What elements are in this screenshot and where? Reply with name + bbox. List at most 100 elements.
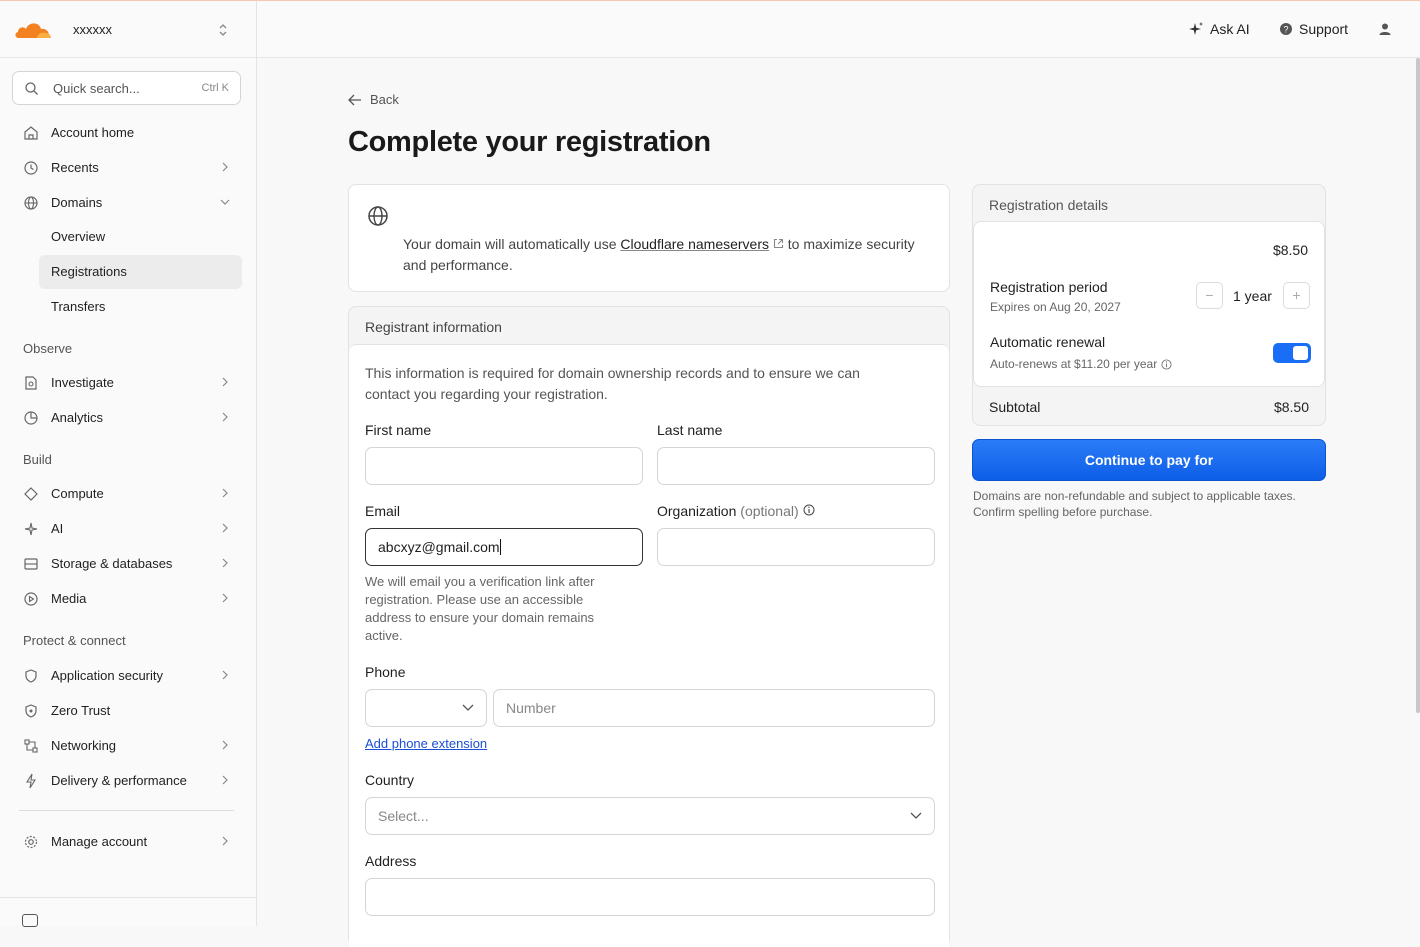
chevron-down-icon (462, 704, 474, 711)
collapse-sidebar-icon[interactable] (22, 914, 38, 927)
ask-ai-button[interactable]: Ask AI (1188, 21, 1250, 37)
sidebar-item-domains[interactable]: Domains (12, 186, 242, 219)
cloudflare-nameservers-link[interactable]: Cloudflare nameservers (620, 236, 769, 252)
chevron-right-icon (222, 670, 228, 680)
chevron-up-down-icon[interactable] (216, 21, 230, 39)
sidebar-item-ai[interactable]: AI (12, 512, 242, 545)
quick-search[interactable]: Quick search... Ctrl K (12, 71, 241, 105)
registrant-info: This information is required for domain … (365, 365, 860, 402)
purchase-disclaimer: Domains are non-refundable and subject t… (973, 489, 1296, 519)
globe-icon (368, 206, 388, 226)
arrow-left-icon (348, 94, 361, 105)
lightning-icon (26, 773, 36, 789)
chevron-right-icon (222, 377, 228, 387)
subtotal-label: Subtotal (989, 399, 1041, 415)
shield-icon (25, 669, 37, 683)
top-header: Ask AI ? Support (257, 1, 1420, 58)
domain-price: $8.50 (1272, 242, 1308, 258)
zero-trust-icon (25, 704, 37, 718)
back-link[interactable]: Back (348, 92, 399, 107)
sidebar-item-application-security[interactable]: Application security (12, 659, 242, 692)
chevron-right-icon (222, 488, 228, 498)
network-icon (24, 739, 38, 753)
chevron-right-icon (222, 162, 228, 172)
search-shortcut: Ctrl K (201, 82, 230, 94)
support-button[interactable]: ? Support (1279, 21, 1348, 37)
sidebar-item-networking[interactable]: Networking (12, 729, 242, 762)
external-link-icon (773, 238, 783, 249)
organization-label: Organization (optional) (657, 503, 815, 519)
section-heading-observe: Observe (23, 341, 73, 356)
svg-text:?: ? (1283, 25, 1288, 35)
sidebar-item-delivery-performance[interactable]: Delivery & performance (12, 764, 242, 797)
phone-label: Phone (365, 664, 406, 680)
auto-renewal-toggle[interactable] (1273, 343, 1311, 363)
address-field[interactable] (365, 878, 935, 916)
phone-country-code-select[interactable] (365, 689, 487, 727)
page-title: Complete your registration (348, 126, 711, 158)
sidebar-item-investigate[interactable]: Investigate (12, 366, 242, 399)
help-circle-icon: ? (1280, 23, 1292, 35)
email-label: Email (365, 503, 401, 519)
document-search-icon (25, 376, 37, 390)
first-name-field[interactable] (365, 447, 643, 485)
sidebar-item-zero-trust[interactable]: Zero Trust (12, 694, 242, 727)
sidebar-item-domains-overview[interactable]: Overview (39, 220, 242, 254)
compute-icon (24, 487, 38, 501)
sidebar-item-registrations[interactable]: Registrations (39, 255, 242, 289)
page-scrollbar[interactable] (1416, 58, 1420, 713)
sparkle-icon (24, 522, 38, 536)
email-field[interactable]: abcxyz@gmail.com (365, 528, 643, 566)
user-avatar-icon[interactable] (1378, 22, 1392, 36)
chevron-right-icon (222, 412, 228, 422)
registrant-form: This information is required for domain … (349, 344, 949, 947)
nameserver-text: Your domain will automatically use Cloud… (403, 236, 915, 273)
sidebar-item-analytics[interactable]: Analytics (12, 401, 242, 434)
gear-icon (24, 835, 38, 849)
sidebar-item-storage-databases[interactable]: Storage & databases (12, 547, 242, 580)
details-body: $8.50 Registration period Expires on Aug… (973, 221, 1325, 387)
sidebar-item-transfers[interactable]: Transfers (39, 290, 242, 324)
sidebar-item-recents[interactable]: Recents (12, 151, 242, 184)
sidebar-item-media[interactable]: Media (12, 582, 242, 615)
sidebar-item-manage-account[interactable]: Manage account (12, 825, 242, 858)
auto-renewal-label: Automatic renewal (990, 334, 1106, 350)
info-icon[interactable] (803, 504, 815, 516)
last-name-label: Last name (657, 422, 723, 438)
registration-details-card: Registration details $8.50 Registration … (972, 184, 1326, 426)
chevron-down-icon (220, 199, 230, 205)
subtotal-value: $8.50 (1273, 399, 1309, 415)
account-switcher[interactable]: xxxxxx (0, 1, 256, 58)
chevron-down-icon (910, 812, 922, 819)
address-label: Address (365, 853, 417, 869)
chevron-right-icon (222, 523, 228, 533)
nameserver-notice: Your domain will automatically use Cloud… (348, 184, 950, 292)
info-icon[interactable] (1161, 358, 1172, 370)
toggle-knob (1293, 346, 1308, 360)
registrant-card: Registrant information This information … (348, 306, 950, 947)
sidebar-divider (19, 810, 234, 811)
details-heading: Registration details (989, 197, 1109, 213)
continue-to-pay-button[interactable]: Continue to pay for (972, 439, 1326, 481)
sidebar-item-account-home[interactable]: Account home (12, 116, 242, 149)
database-icon (24, 558, 38, 570)
globe-icon (24, 196, 38, 210)
sidebar-footer-divider (0, 897, 256, 898)
country-select[interactable]: Select... (365, 797, 935, 835)
chevron-right-icon (222, 740, 228, 750)
chevron-right-icon (222, 775, 228, 785)
chevron-right-icon (222, 593, 228, 603)
account-name: xxxxxx (73, 22, 112, 37)
organization-field[interactable] (657, 528, 935, 566)
first-name-label: First name (365, 422, 432, 438)
email-help-text: We will email you a verification link af… (365, 574, 595, 643)
last-name-field[interactable] (657, 447, 935, 485)
phone-number-input[interactable]: Number (493, 689, 935, 727)
decrease-period-button[interactable]: − (1196, 282, 1223, 309)
expiry-date: Expires on Aug 20, 2027 (990, 300, 1121, 314)
search-placeholder: Quick search... (53, 81, 140, 96)
add-phone-extension-link[interactable]: Add phone extension (365, 736, 487, 751)
sidebar-item-compute[interactable]: Compute (12, 477, 242, 510)
increase-period-button[interactable]: + (1283, 282, 1310, 309)
period-value: 1 year (1233, 288, 1272, 304)
